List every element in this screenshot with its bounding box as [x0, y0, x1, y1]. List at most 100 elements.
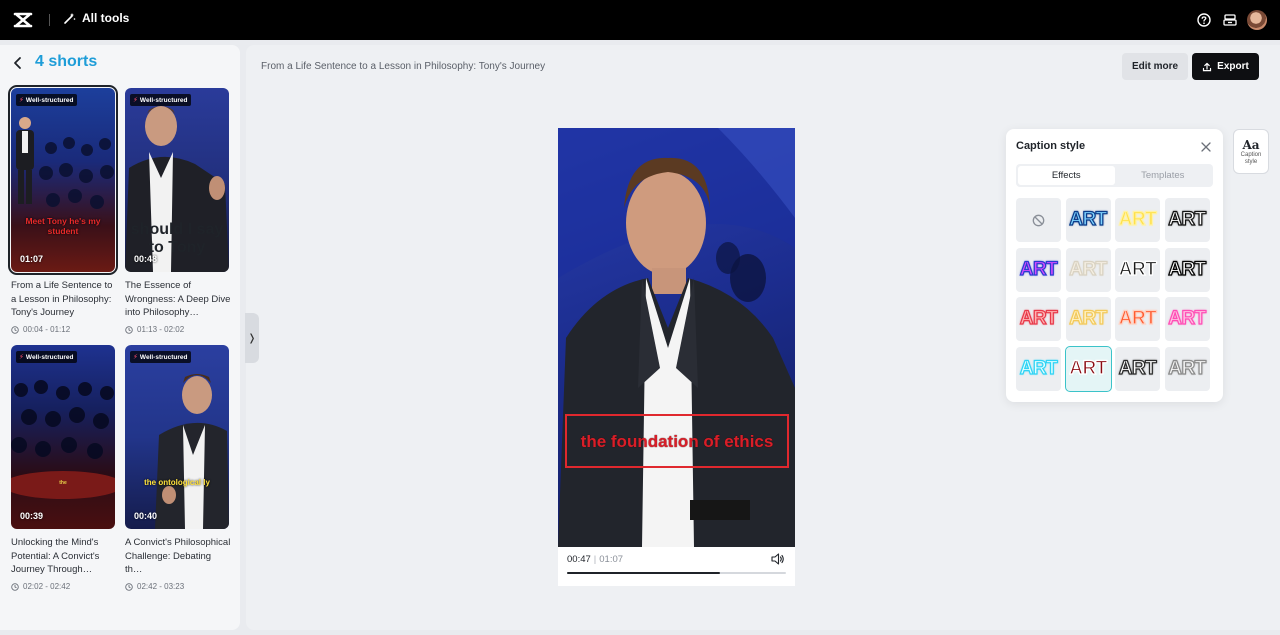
all-tools-label: All tools	[82, 11, 130, 25]
upload-icon	[1203, 62, 1212, 71]
export-button[interactable]: Export	[1192, 53, 1259, 80]
help-icon[interactable]	[1196, 12, 1212, 28]
short-card[interactable]: ⚡ Well-structured the ontological ly 00:4…	[125, 345, 231, 591]
close-icon[interactable]	[1200, 141, 1212, 153]
effects-grid: ART ART ART ART ART ART ART ART ART ART ART ART ART A…	[1016, 198, 1212, 392]
caption-effect-purple-gradient[interactable]: ART	[1016, 247, 1061, 292]
speaker-scene	[558, 128, 795, 547]
short-thumbnail[interactable]: ⚡ Well-structured the 00:39	[11, 345, 115, 529]
video-caption[interactable]: the foundation of ethics	[565, 414, 789, 468]
user-avatar[interactable]	[1247, 10, 1267, 30]
caption-effect-white-heavy[interactable]: ART	[1164, 247, 1210, 292]
duration-label: 00:40	[134, 511, 158, 521]
progress-track[interactable]	[567, 572, 786, 574]
time-range: 00:04 - 01:12	[11, 325, 117, 334]
time-range: 01:13 - 02:02	[125, 325, 231, 334]
time-range-label: 02:42 - 03:23	[137, 582, 185, 591]
video-frame[interactable]: the foundation of ethics	[558, 128, 795, 547]
time-separator: |	[593, 554, 597, 565]
clock-icon	[11, 325, 19, 334]
effect-preview-text: ART	[1019, 258, 1058, 280]
caption-effect-pink-red[interactable]: ART	[1016, 297, 1061, 341]
effect-preview-text: ART	[1118, 258, 1157, 280]
effect-preview-text: ART	[1118, 208, 1157, 230]
volume-icon[interactable]	[771, 553, 785, 565]
time-range-label: 02:02 - 02:42	[23, 582, 71, 591]
caption-effect-blue-outline[interactable]: ART	[1065, 198, 1111, 242]
collapse-sidebar-button[interactable]: ❭	[245, 313, 259, 363]
short-thumbnail[interactable]: ⚡ Well-structured Meet Tony he's my stude…	[8, 85, 118, 275]
effect-preview-text: ART	[1069, 307, 1108, 329]
effect-preview-text: ART	[1069, 357, 1108, 379]
caption-style-tabs: Effects Templates	[1016, 164, 1213, 187]
short-thumbnail[interactable]: ⚡ Well-structured should I say to Tony 00…	[125, 88, 229, 272]
thumbnail-caption: the ontological ly	[144, 478, 210, 487]
sparkle-icon: ⚡	[19, 97, 24, 104]
caption-effect-cyan-neon[interactable]: ART	[1016, 346, 1061, 391]
sparkle-icon: ⚡	[19, 354, 24, 361]
caption-effect-dark-red[interactable]: ART	[1064, 345, 1112, 392]
caption-style-title: Caption style	[1016, 140, 1086, 152]
caption-style-panel: Caption style Effects Templates ART ART AR…	[1006, 129, 1223, 402]
caption-effect-pink-neon[interactable]: ART	[1164, 297, 1210, 341]
all-tools-button[interactable]: All tools	[63, 11, 129, 25]
quality-badge: ⚡ Well-structured	[16, 94, 78, 106]
caption-effect-grey-outline[interactable]: ART	[1164, 346, 1210, 391]
caption-style-side-label: Caption style	[1240, 151, 1262, 165]
short-card[interactable]: ⚡ Well-structured the 00:39 Unlocking the…	[11, 345, 117, 591]
short-title: A Convict's Philosophical Challenge: Deb…	[125, 537, 231, 575]
caption-effect-yellow-glow[interactable]: ART	[1115, 198, 1160, 242]
duration-label: 00:48	[134, 254, 158, 264]
progress-fill	[567, 572, 721, 574]
time-display: 00:47 | 01:07	[567, 554, 623, 565]
short-thumbnail[interactable]: ⚡ Well-structured the ontological ly 00:4…	[125, 345, 229, 529]
thumbnail-caption: the	[59, 480, 67, 486]
breadcrumb: From a Life Sentence to a Lesson in Phil…	[261, 61, 546, 72]
effect-preview-text: ART	[1118, 307, 1157, 329]
caption-effect-white-outline[interactable]: ART	[1115, 346, 1160, 391]
caption-effect-cream-soft[interactable]: ART	[1065, 247, 1111, 292]
caption-effect-red-orange[interactable]: ART	[1115, 297, 1160, 341]
effect-preview-text: ART	[1118, 357, 1157, 379]
current-time: 00:47	[567, 554, 591, 565]
caption-effect-cream-yellow[interactable]: ART	[1065, 297, 1111, 341]
badge-label: Well-structured	[139, 353, 188, 361]
badge-label: Well-structured	[25, 353, 74, 361]
duration-label: 00:39	[20, 511, 44, 521]
effect-preview-text: ART	[1168, 357, 1207, 379]
tab-templates[interactable]: Templates	[1115, 166, 1212, 185]
edit-more-button[interactable]: Edit more	[1122, 53, 1188, 80]
chevron-right-icon: ❭	[247, 332, 257, 344]
quality-badge: ⚡ Well-structured	[130, 94, 192, 106]
tab-effects[interactable]: Effects	[1018, 166, 1115, 185]
shorts-count-title: 4 shorts	[35, 53, 98, 70]
short-card[interactable]: ⚡ Well-structured Meet Tony he's my stude…	[8, 85, 118, 334]
player-controls: 00:47 | 01:07	[558, 547, 795, 586]
back-arrow-icon[interactable]	[11, 56, 25, 70]
sparkle-icon: ⚡	[133, 97, 138, 104]
export-label: Export	[1217, 61, 1249, 72]
effect-preview-text: ART	[1019, 307, 1058, 329]
short-title: Unlocking the Mind's Potential: A Convic…	[11, 537, 100, 575]
audience-figure	[11, 380, 115, 499]
caption-effect-white-black[interactable]: ART	[1164, 198, 1210, 242]
magic-wand-icon	[64, 12, 76, 24]
capcut-logo-icon[interactable]	[13, 11, 33, 29]
effect-preview-text: ART	[1168, 307, 1207, 329]
effect-preview-text: ART	[1019, 357, 1058, 379]
sparkle-icon: ⚡	[133, 354, 138, 361]
speaker-figure	[16, 117, 114, 209]
time-range: 02:42 - 03:23	[125, 582, 231, 591]
effect-preview-text: ART	[1069, 208, 1108, 230]
video-player[interactable]: the foundation of ethics 00:47 | 01:07	[558, 128, 795, 586]
caption-style-side-button[interactable]: Aa Caption style	[1233, 129, 1269, 174]
clock-icon	[125, 582, 133, 591]
short-card[interactable]: ⚡ Well-structured should I say to Tony 00…	[125, 88, 231, 334]
inbox-icon[interactable]	[1222, 12, 1238, 28]
thumbnail-caption: Meet Tony he's my student	[25, 216, 101, 236]
caption-effect-black-white[interactable]: ART	[1115, 247, 1160, 292]
clock-icon	[125, 325, 133, 334]
caption-effect-none[interactable]	[1016, 198, 1061, 242]
badge-label: Well-structured	[139, 96, 188, 104]
duration-label: 01:07	[20, 254, 44, 264]
